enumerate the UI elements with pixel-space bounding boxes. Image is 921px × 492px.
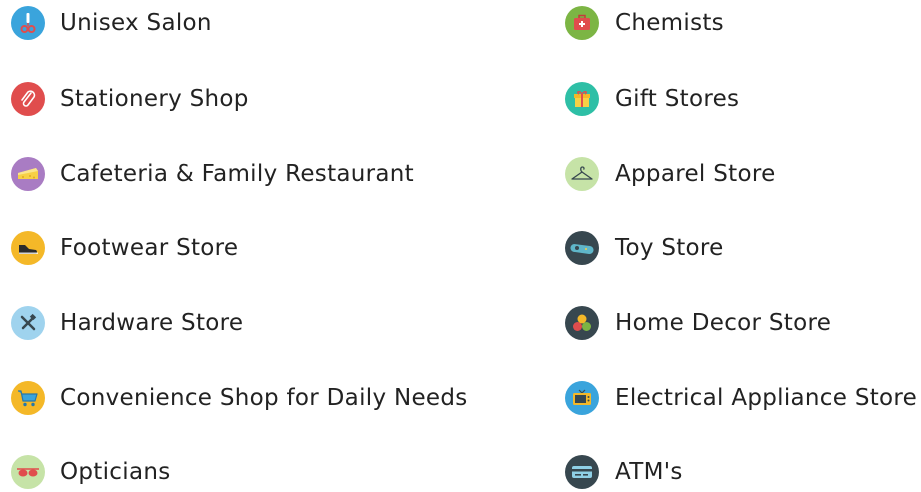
category-label: Hardware Store <box>60 310 244 336</box>
hanger-icon <box>565 157 599 191</box>
category-item-electrical-appliance-store[interactable]: Electrical Appliance Store <box>565 380 917 416</box>
category-item-hardware-store[interactable]: Hardware Store <box>11 305 243 341</box>
tools-icon <box>11 306 45 340</box>
category-item-toy-store[interactable]: Toy Store <box>565 230 724 266</box>
category-label: ATM's <box>615 459 683 485</box>
category-item-footwear-store[interactable]: Footwear Store <box>11 230 238 266</box>
game-controller-icon <box>565 231 599 265</box>
category-label: Stationery Shop <box>60 86 249 112</box>
category-label: Gift Stores <box>615 86 740 112</box>
category-label: Footwear Store <box>60 235 239 261</box>
sunglasses-icon <box>11 455 45 489</box>
category-label: Convenience Shop for Daily Needs <box>60 385 468 411</box>
category-item-gift-stores[interactable]: Gift Stores <box>565 81 739 117</box>
category-item-atms[interactable]: ATM's <box>565 454 683 490</box>
category-label: Apparel Store <box>615 161 776 187</box>
category-label: Opticians <box>60 459 171 485</box>
category-item-chemists[interactable]: Chemists <box>565 5 724 41</box>
category-label: Electrical Appliance Store <box>615 385 918 411</box>
shopping-cart-icon <box>11 381 45 415</box>
category-item-cafeteria[interactable]: Cafeteria & Family Restaurant <box>11 156 414 192</box>
gift-icon <box>565 82 599 116</box>
shoe-icon <box>11 231 45 265</box>
first-aid-kit-icon <box>565 6 599 40</box>
scissors-icon <box>11 6 45 40</box>
category-item-unisex-salon[interactable]: Unisex Salon <box>11 5 212 41</box>
category-label: Toy Store <box>615 235 724 261</box>
category-item-apparel-store[interactable]: Apparel Store <box>565 156 776 192</box>
category-item-stationery-shop[interactable]: Stationery Shop <box>11 81 249 117</box>
category-item-opticians[interactable]: Opticians <box>11 454 171 490</box>
category-label: Home Decor Store <box>615 310 832 336</box>
category-item-home-decor-store[interactable]: Home Decor Store <box>565 305 831 341</box>
television-icon <box>565 381 599 415</box>
cake-icon <box>11 157 45 191</box>
category-item-convenience-shop[interactable]: Convenience Shop for Daily Needs <box>11 380 468 416</box>
atm-card-icon <box>565 455 599 489</box>
category-label: Cafeteria & Family Restaurant <box>60 161 415 187</box>
decor-balls-icon <box>565 306 599 340</box>
category-label: Chemists <box>615 10 724 36</box>
category-label: Unisex Salon <box>60 10 212 36</box>
paperclip-icon <box>11 82 45 116</box>
